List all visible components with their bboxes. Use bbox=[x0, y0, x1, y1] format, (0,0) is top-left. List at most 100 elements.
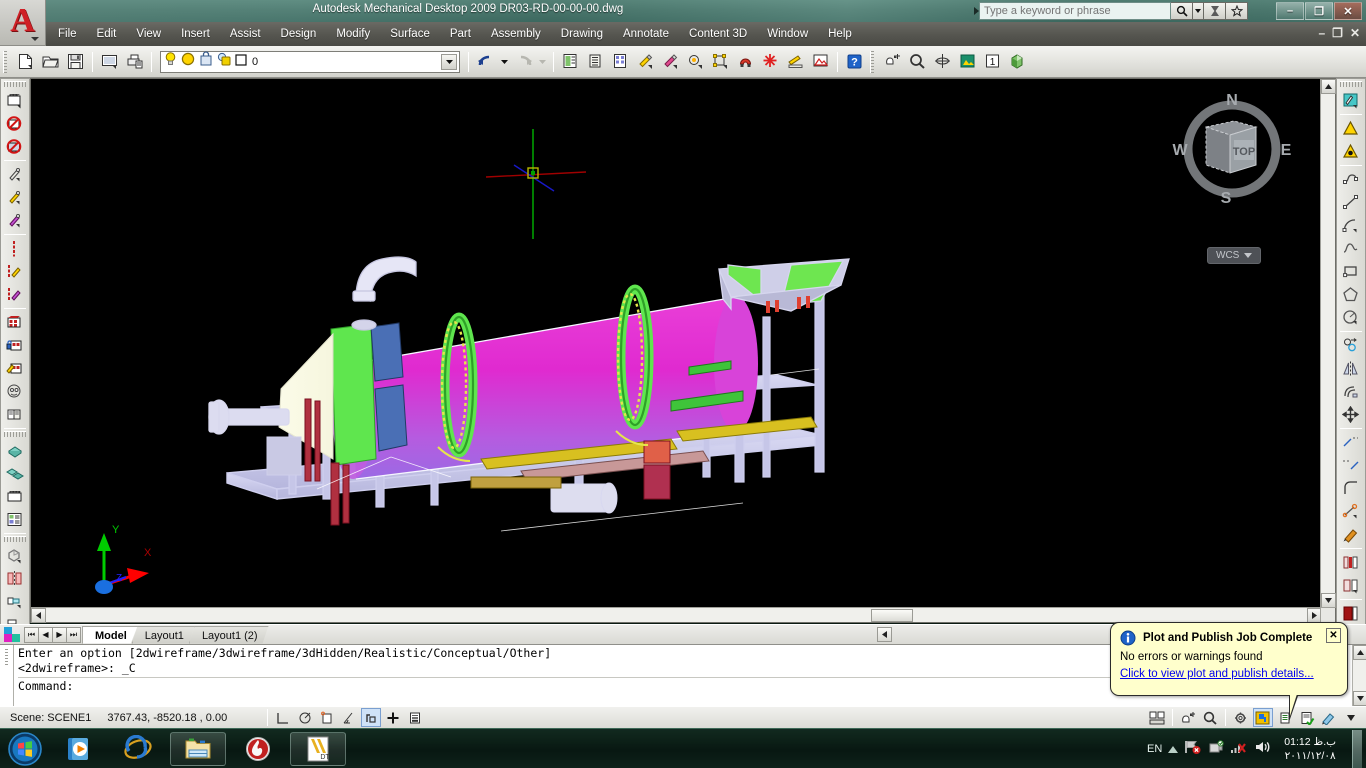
balloon-details-link[interactable]: Click to view plot and publish details..… bbox=[1120, 668, 1338, 680]
horizontal-scroll-thumb[interactable] bbox=[871, 609, 913, 622]
drawing-area[interactable]: Y X Z N E S W TOP WCS bbox=[30, 78, 1336, 623]
design-variables-icon[interactable] bbox=[1339, 89, 1363, 112]
match-properties-icon[interactable] bbox=[634, 50, 657, 73]
chamfer-icon[interactable] bbox=[1339, 500, 1363, 523]
edit-hatch-icon[interactable] bbox=[659, 50, 682, 73]
help-question-icon[interactable]: ? bbox=[843, 50, 866, 73]
command-scroll-up-button[interactable] bbox=[1353, 645, 1366, 660]
layer-lock-icon[interactable] bbox=[198, 51, 214, 72]
edit-view-icon[interactable] bbox=[3, 311, 27, 334]
named-views-icon[interactable]: 1 bbox=[981, 50, 1004, 73]
tool-palettes-icon[interactable] bbox=[609, 50, 632, 73]
drawing-view-icon[interactable] bbox=[3, 163, 27, 186]
rectangle-icon[interactable] bbox=[1339, 260, 1363, 283]
language-indicator[interactable]: EN bbox=[1147, 743, 1162, 755]
menu-item-window[interactable]: Window bbox=[757, 25, 818, 43]
mirror-part-icon[interactable] bbox=[3, 567, 27, 590]
scroll-left-button[interactable] bbox=[31, 607, 46, 623]
tab-model[interactable]: Model bbox=[82, 626, 138, 644]
coordinates-readout[interactable]: 3767.43, -8520.18 , 0.00 bbox=[107, 712, 227, 724]
copy-object-icon[interactable] bbox=[1339, 334, 1363, 357]
polygon-icon[interactable] bbox=[1339, 283, 1363, 306]
mirror-object-icon[interactable] bbox=[1339, 357, 1363, 380]
removable-device-icon[interactable] bbox=[1208, 739, 1224, 760]
object-snap-button[interactable] bbox=[317, 708, 337, 727]
view-cube[interactable]: N E S W TOP bbox=[1164, 87, 1304, 227]
ortho-view-icon[interactable] bbox=[3, 209, 27, 232]
menu-item-assembly[interactable]: Assembly bbox=[481, 25, 551, 43]
dynamic-input-button[interactable] bbox=[383, 708, 403, 727]
document-close-button[interactable]: ✕ bbox=[1350, 26, 1360, 40]
spline-path-icon[interactable] bbox=[1339, 168, 1363, 191]
search-input[interactable] bbox=[979, 2, 1171, 20]
open-folder-icon[interactable] bbox=[39, 50, 62, 73]
base-view-icon[interactable] bbox=[3, 186, 27, 209]
menu-item-surface[interactable]: Surface bbox=[380, 25, 440, 43]
toolbar-grip[interactable] bbox=[1340, 81, 1362, 87]
circle-radius-icon[interactable] bbox=[1339, 306, 1363, 329]
redo-dropdown-icon[interactable] bbox=[537, 50, 548, 73]
layer-freeze-sun-icon[interactable] bbox=[180, 51, 196, 72]
chevron-down-icon[interactable] bbox=[1193, 2, 1204, 20]
taskbar-mechanical-desktop[interactable]: DT bbox=[290, 731, 346, 766]
cone-alert-icon[interactable] bbox=[1339, 140, 1363, 163]
plot-preview-icon[interactable] bbox=[98, 50, 121, 73]
block-editor-icon[interactable] bbox=[684, 50, 707, 73]
communication-center-icon[interactable] bbox=[1204, 2, 1226, 20]
trim-icon[interactable] bbox=[1339, 454, 1363, 477]
show-desktop-button[interactable] bbox=[1352, 730, 1362, 768]
redo-icon[interactable] bbox=[512, 50, 535, 73]
close-button[interactable]: ✕ bbox=[1334, 2, 1362, 20]
status-tray-check-button[interactable] bbox=[1297, 708, 1317, 727]
offset-icon[interactable] bbox=[1339, 380, 1363, 403]
menu-item-assist[interactable]: Assist bbox=[220, 25, 271, 43]
toolbar-grip[interactable] bbox=[3, 50, 10, 73]
polar-tracking-button[interactable] bbox=[295, 708, 315, 727]
document-restore-button[interactable]: ❐ bbox=[1332, 26, 1343, 40]
hide-scene-icon[interactable] bbox=[3, 135, 27, 158]
windows-start-orb-icon[interactable] bbox=[2, 730, 48, 768]
layer-plot-icon[interactable] bbox=[216, 51, 232, 72]
prev-layout-button[interactable]: ◀ bbox=[38, 626, 53, 643]
layer-control[interactable]: 0 bbox=[160, 50, 460, 73]
menu-item-edit[interactable]: Edit bbox=[87, 25, 127, 43]
annotate-red-icon[interactable] bbox=[1339, 602, 1363, 625]
multi-part-icon[interactable] bbox=[3, 462, 27, 485]
menu-item-modify[interactable]: Modify bbox=[326, 25, 380, 43]
taskbar-windows-explorer[interactable] bbox=[170, 731, 226, 766]
scroll-down-button[interactable] bbox=[1321, 593, 1336, 608]
move-icon[interactable] bbox=[1339, 403, 1363, 426]
line-segment-icon[interactable] bbox=[1339, 191, 1363, 214]
status-overflow-button[interactable] bbox=[1341, 708, 1361, 727]
magnet-fit-icon[interactable] bbox=[734, 50, 757, 73]
part-reference-icon[interactable] bbox=[3, 439, 27, 462]
search-icon[interactable] bbox=[1171, 2, 1193, 20]
command-window-grip[interactable] bbox=[0, 645, 14, 706]
application-menu-button[interactable]: A bbox=[0, 0, 46, 46]
menu-item-design[interactable]: Design bbox=[271, 25, 327, 43]
3d-orbit-icon[interactable] bbox=[931, 50, 954, 73]
menu-item-part[interactable]: Part bbox=[440, 25, 481, 43]
power-dim-left-icon[interactable] bbox=[1339, 551, 1363, 574]
clean-screen-button[interactable] bbox=[1319, 708, 1339, 727]
visual-styles-icon[interactable] bbox=[1006, 50, 1029, 73]
spline-icon[interactable] bbox=[1339, 237, 1363, 260]
tab-layout1-2[interactable]: Layout1 (2) bbox=[189, 626, 269, 644]
first-layout-button[interactable]: ⏮ bbox=[24, 626, 39, 643]
arc-icon[interactable] bbox=[1339, 214, 1363, 237]
cone-warning-icon[interactable] bbox=[1339, 117, 1363, 140]
lock-view-icon[interactable] bbox=[3, 334, 27, 357]
broken-view-icon[interactable] bbox=[3, 283, 27, 306]
chevron-up-icon[interactable] bbox=[1168, 740, 1179, 758]
properties-icon[interactable] bbox=[559, 50, 582, 73]
layer-color-swatch-icon[interactable] bbox=[235, 53, 247, 71]
menu-item-drawing[interactable]: Drawing bbox=[551, 25, 613, 43]
menu-item-view[interactable]: View bbox=[126, 25, 171, 43]
chevron-down-icon[interactable] bbox=[441, 53, 457, 70]
detail-view-icon[interactable] bbox=[3, 260, 27, 283]
annotate-part-icon[interactable] bbox=[3, 485, 27, 508]
maximize-button[interactable]: ❐ bbox=[1305, 2, 1333, 20]
workspace-switch-button[interactable] bbox=[1253, 708, 1273, 727]
pan-realtime-icon[interactable] bbox=[881, 50, 904, 73]
toolbar-grip-2[interactable] bbox=[4, 431, 26, 437]
